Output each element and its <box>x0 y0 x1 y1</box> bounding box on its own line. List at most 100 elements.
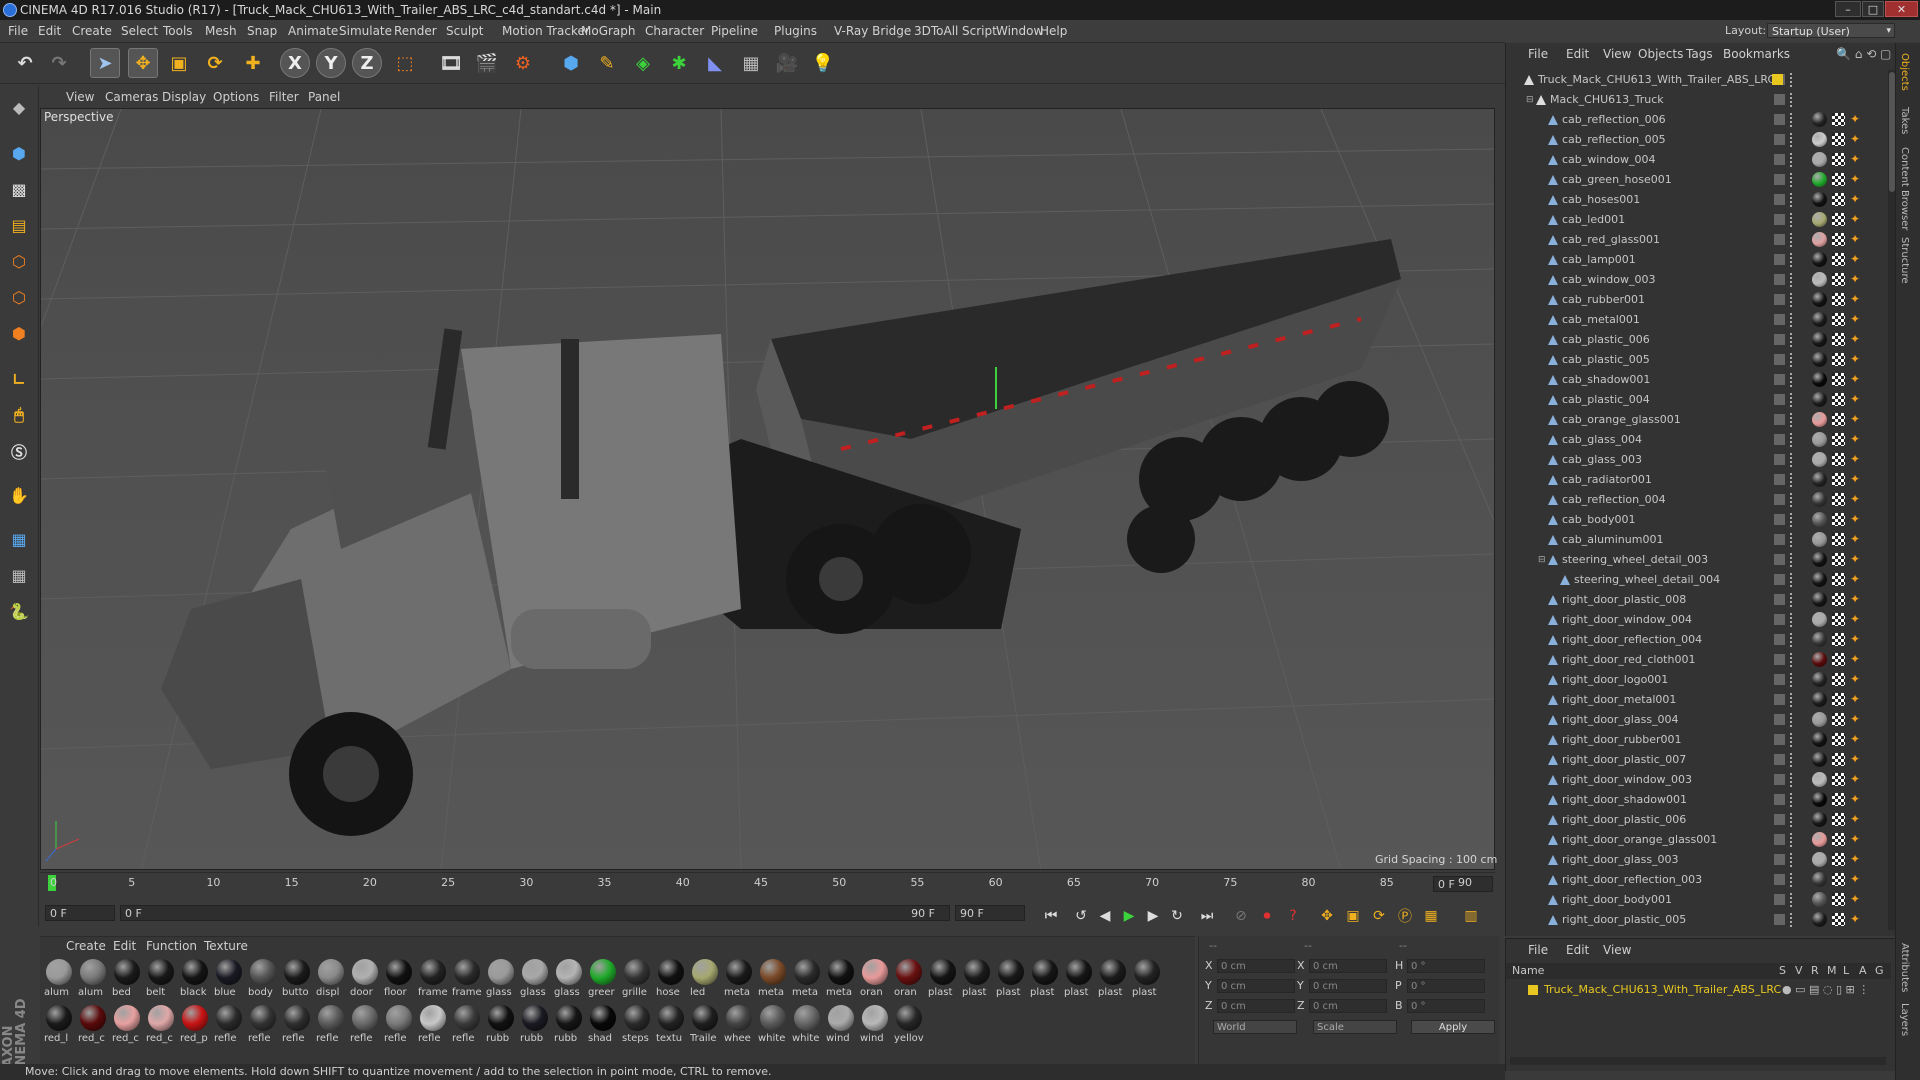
render-visibility-dots[interactable] <box>1790 153 1795 167</box>
render-visibility-dots[interactable] <box>1790 173 1795 187</box>
visibility-editor-toggle[interactable] <box>1774 294 1785 305</box>
object-row[interactable]: right_door_reflection_003 ✦ <box>1506 870 1886 890</box>
texture-tag-icon[interactable] <box>1832 453 1845 466</box>
visibility-editor-toggle[interactable] <box>1774 714 1785 725</box>
visibility-editor-toggle[interactable] <box>1774 694 1785 705</box>
material-tag-icon[interactable] <box>1812 212 1827 227</box>
render-visibility-dots[interactable] <box>1790 253 1795 267</box>
make-editable-icon[interactable]: ◆ <box>4 92 34 122</box>
render-visibility-dots[interactable] <box>1790 733 1795 747</box>
object-row[interactable]: cab_plastic_006 ✦ <box>1506 330 1886 350</box>
object-row[interactable]: cab_lamp001 ✦ <box>1506 250 1886 270</box>
coord-field-x[interactable]: 0 cm <box>1217 959 1295 973</box>
render-visibility-dots[interactable] <box>1790 693 1795 707</box>
phong-tag-icon[interactable]: ✦ <box>1850 813 1863 826</box>
object-menu-file[interactable]: File <box>1528 43 1548 65</box>
render-visibility-dots[interactable] <box>1790 333 1795 347</box>
phong-tag-icon[interactable]: ✦ <box>1850 313 1863 326</box>
material-tag-icon[interactable] <box>1812 912 1827 927</box>
visibility-editor-toggle[interactable] <box>1774 874 1785 885</box>
coord-field-z[interactable]: 0 cm <box>1309 999 1387 1013</box>
object-menu-bookmarks[interactable]: Bookmarks <box>1723 43 1790 65</box>
phong-tag-icon[interactable]: ✦ <box>1850 373 1863 386</box>
material-swatch[interactable]: glass <box>486 957 516 1003</box>
visibility-editor-toggle[interactable] <box>1774 514 1785 525</box>
render-picture-viewer-icon[interactable]: 🎬 <box>472 48 502 78</box>
material-swatch[interactable]: body <box>248 957 278 1003</box>
texture-tag-icon[interactable] <box>1832 773 1845 786</box>
material-tag-icon[interactable] <box>1812 572 1827 587</box>
texture-tag-icon[interactable] <box>1832 413 1845 426</box>
material-swatch[interactable]: textu <box>656 1003 686 1049</box>
object-row[interactable]: right_door_reflection_004 ✦ <box>1506 630 1886 650</box>
coord-field-y[interactable]: 0 cm <box>1309 979 1387 993</box>
material-swatch[interactable]: plast <box>1030 957 1060 1003</box>
menu-plugins[interactable]: Plugins <box>774 20 817 42</box>
texture-tag-icon[interactable] <box>1832 733 1845 746</box>
menu-render[interactable]: Render <box>394 20 437 42</box>
visibility-editor-toggle[interactable] <box>1774 534 1785 545</box>
material-menu-texture[interactable]: Texture <box>204 937 248 955</box>
render-settings-icon[interactable]: ⚙ <box>508 48 538 78</box>
visibility-editor-toggle[interactable] <box>1774 754 1785 765</box>
texture-tag-icon[interactable] <box>1832 113 1845 126</box>
object-row[interactable]: Truck_Mack_CHU613_With_Trailer_ABS_LRC <box>1506 70 1886 90</box>
object-row[interactable]: right_door_glass_004 ✦ <box>1506 710 1886 730</box>
menu-file[interactable]: File <box>8 20 28 42</box>
object-menu-objects[interactable]: Objects <box>1638 43 1683 65</box>
visibility-editor-toggle[interactable] <box>1774 674 1785 685</box>
object-row[interactable]: cab_metal001 ✦ <box>1506 310 1886 330</box>
object-row[interactable]: cab_hoses001 ✦ <box>1506 190 1886 210</box>
phong-tag-icon[interactable]: ✦ <box>1850 633 1863 646</box>
coords-world-dropdown[interactable]: World <box>1213 1020 1297 1034</box>
texture-tag-icon[interactable] <box>1832 873 1845 886</box>
phong-tag-icon[interactable]: ✦ <box>1850 453 1863 466</box>
texture-tag-icon[interactable] <box>1832 393 1845 406</box>
phong-tag-icon[interactable]: ✦ <box>1850 713 1863 726</box>
material-tag-icon[interactable] <box>1812 432 1827 447</box>
material-swatch[interactable]: refle <box>452 1003 482 1049</box>
render-visibility-dots[interactable] <box>1790 193 1795 207</box>
visibility-editor-toggle[interactable] <box>1774 634 1785 645</box>
viewport-menu-filter[interactable]: Filter <box>269 88 299 107</box>
menu-snap[interactable]: Snap <box>247 20 277 42</box>
layout-dropdown[interactable]: Startup (User) ▾ <box>1767 23 1895 38</box>
material-swatch[interactable]: Traile <box>690 1003 720 1049</box>
coord-field-p[interactable]: 0 ° <box>1407 979 1485 993</box>
magnet-icon[interactable]: ✋ <box>4 480 34 510</box>
phong-tag-icon[interactable]: ✦ <box>1850 733 1863 746</box>
phong-tag-icon[interactable]: ✦ <box>1850 873 1863 886</box>
scale-icon[interactable]: ▣ <box>164 48 194 78</box>
layer-menu-view[interactable]: View <box>1603 939 1631 961</box>
material-swatch[interactable]: meta <box>724 957 754 1003</box>
material-tag-icon[interactable] <box>1812 292 1827 307</box>
texture-tag-icon[interactable] <box>1832 133 1845 146</box>
material-swatch[interactable]: red_c <box>146 1003 176 1049</box>
render-visibility-dots[interactable] <box>1790 793 1795 807</box>
render-visibility-dots[interactable] <box>1790 393 1795 407</box>
object-row[interactable]: right_door_red_cloth001 ✦ <box>1506 650 1886 670</box>
layer-row[interactable]: Truck_Mack_CHU613_With_Trailer_ABS_LRC ● … <box>1506 981 1891 999</box>
phong-tag-icon[interactable]: ✦ <box>1850 773 1863 786</box>
menu-mograph[interactable]: MoGraph <box>581 20 636 42</box>
menu-create[interactable]: Create <box>72 20 112 42</box>
material-swatch[interactable]: wind <box>860 1003 890 1049</box>
object-row[interactable]: cab_reflection_005 ✦ <box>1506 130 1886 150</box>
coord-field-y[interactable]: 0 cm <box>1217 979 1295 993</box>
texture-tag-icon[interactable] <box>1832 533 1845 546</box>
texture-tag-icon[interactable] <box>1832 633 1845 646</box>
texture-tag-icon[interactable] <box>1832 833 1845 846</box>
phong-tag-icon[interactable]: ✦ <box>1850 793 1863 806</box>
visibility-editor-toggle[interactable] <box>1774 154 1785 165</box>
visibility-editor-toggle[interactable] <box>1774 654 1785 665</box>
material-swatch[interactable]: floor <box>384 957 414 1003</box>
material-swatch[interactable]: red_c <box>78 1003 108 1049</box>
object-menu-edit[interactable]: Edit <box>1566 43 1589 65</box>
material-tag-icon[interactable] <box>1812 512 1827 527</box>
material-swatch[interactable]: steps <box>622 1003 652 1049</box>
texture-tag-icon[interactable] <box>1832 293 1845 306</box>
rotate-icon[interactable]: ⟳ <box>200 48 230 78</box>
material-swatch[interactable]: plast <box>996 957 1026 1003</box>
material-swatch[interactable]: refle <box>316 1003 346 1049</box>
coords-scale-dropdown[interactable]: Scale <box>1313 1020 1397 1034</box>
